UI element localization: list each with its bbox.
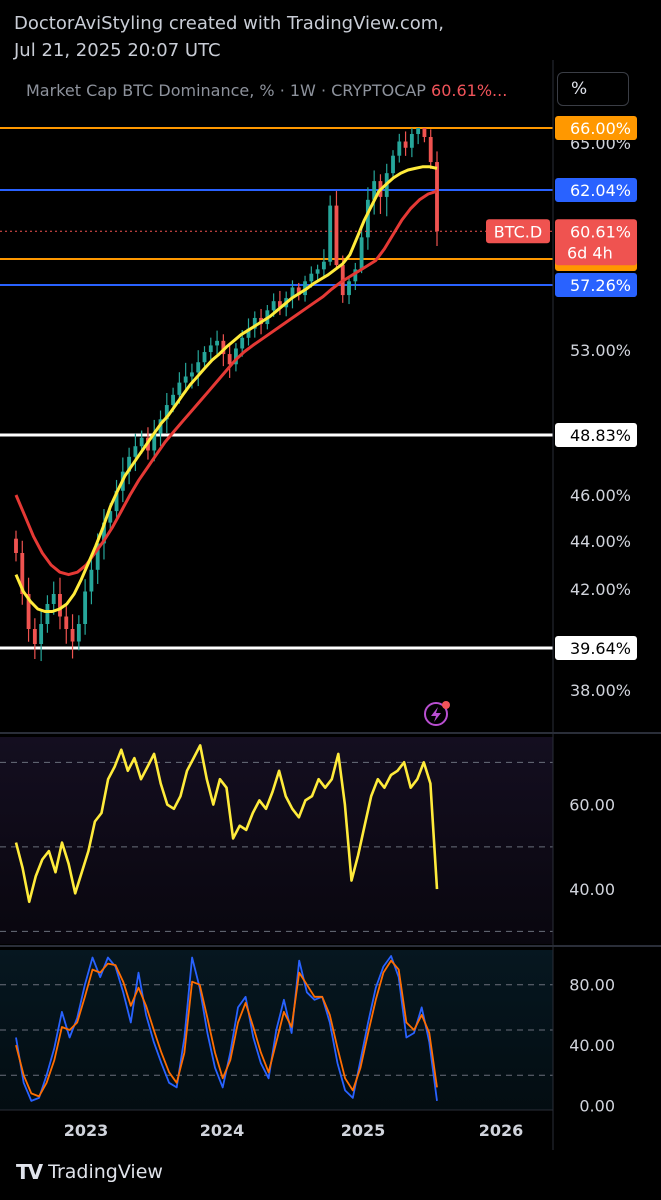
candle-body bbox=[32, 629, 37, 644]
candle-body bbox=[139, 437, 144, 447]
candle-body bbox=[359, 237, 364, 270]
candle-body bbox=[64, 616, 69, 629]
candle-body bbox=[76, 624, 81, 642]
candle-body bbox=[321, 261, 326, 270]
candle-body bbox=[177, 382, 182, 395]
ma-slow-line bbox=[14, 189, 438, 577]
osc-tick-label: 40.00 bbox=[569, 880, 615, 899]
level-label: 48.83% bbox=[570, 426, 631, 445]
pane-background bbox=[0, 737, 553, 944]
stoch-rsi-pane[interactable]: 80.00 40.00 0.00 bbox=[0, 950, 615, 1115]
tradingview-logo-icon: TV bbox=[16, 1160, 43, 1184]
level-label: 66.00% bbox=[570, 119, 631, 138]
candle-body bbox=[334, 205, 339, 265]
osc-tick-label: 80.00 bbox=[569, 976, 615, 995]
symbol-tag: BTC.D bbox=[494, 222, 542, 241]
candle-body bbox=[183, 376, 188, 383]
price-pane[interactable]: 65.00%53.00%46.00%44.00%42.00%38.00%66.0… bbox=[0, 116, 637, 700]
candle-body bbox=[428, 137, 433, 163]
osc-tick-label: 60.00 bbox=[569, 796, 615, 815]
candle-body bbox=[315, 269, 320, 274]
candle-body bbox=[133, 446, 138, 457]
candle-body bbox=[435, 162, 439, 232]
price-tick-label: 46.00% bbox=[570, 486, 631, 505]
candle-body bbox=[215, 340, 219, 346]
candle-body bbox=[70, 629, 75, 642]
candle-body bbox=[83, 591, 88, 624]
osc-tick-label: 40.00 bbox=[569, 1036, 615, 1055]
candle-body bbox=[397, 141, 402, 156]
level-label: 57.26% bbox=[570, 276, 631, 295]
candle-body bbox=[391, 155, 395, 174]
time-tick-label: 2026 bbox=[479, 1121, 524, 1140]
candle-body bbox=[14, 538, 18, 553]
candle-body bbox=[45, 604, 50, 624]
countdown-label: 6d 4h bbox=[567, 243, 613, 262]
price-tick-label: 53.00% bbox=[570, 341, 631, 360]
time-tick-label: 2024 bbox=[200, 1121, 245, 1140]
candle-body bbox=[409, 134, 414, 148]
candle-body bbox=[190, 372, 194, 377]
rsi-pane[interactable]: 60.00 40.00 bbox=[0, 737, 615, 944]
candle-body bbox=[422, 128, 427, 137]
candle-body bbox=[403, 141, 408, 148]
candle-body bbox=[171, 394, 176, 406]
lightning-icon[interactable] bbox=[424, 701, 450, 726]
candle-body bbox=[89, 569, 94, 592]
candle-body bbox=[227, 354, 232, 365]
price-tick-label: 38.00% bbox=[570, 681, 631, 700]
candle-body bbox=[271, 301, 276, 311]
candle-body bbox=[196, 362, 201, 373]
candle-body bbox=[58, 594, 62, 617]
candle-body bbox=[208, 345, 213, 353]
tradingview-brand: TradingView bbox=[48, 1161, 163, 1183]
candle-body bbox=[328, 205, 333, 262]
candle-body bbox=[309, 273, 314, 282]
osc-tick-label: 0.00 bbox=[579, 1096, 615, 1115]
price-label: 60.61% bbox=[570, 222, 631, 241]
candle-body bbox=[240, 337, 245, 349]
tradingview-footer: TV TradingView bbox=[16, 1160, 163, 1184]
price-tick-label: 44.00% bbox=[570, 532, 631, 551]
candle-body bbox=[416, 128, 421, 134]
price-tick-label: 42.00% bbox=[570, 580, 631, 599]
candle-body bbox=[202, 352, 207, 363]
level-label: 39.64% bbox=[570, 639, 631, 658]
chart-canvas[interactable]: 65.00%53.00%46.00%44.00%42.00%38.00%66.0… bbox=[0, 0, 661, 1150]
candle-body bbox=[347, 281, 351, 296]
ma-fast-line bbox=[14, 165, 438, 613]
candle-body bbox=[51, 594, 56, 604]
candle-body bbox=[39, 624, 44, 644]
level-label: 62.04% bbox=[570, 181, 631, 200]
time-tick-label: 2025 bbox=[341, 1121, 386, 1140]
time-tick-label: 2023 bbox=[64, 1121, 109, 1140]
